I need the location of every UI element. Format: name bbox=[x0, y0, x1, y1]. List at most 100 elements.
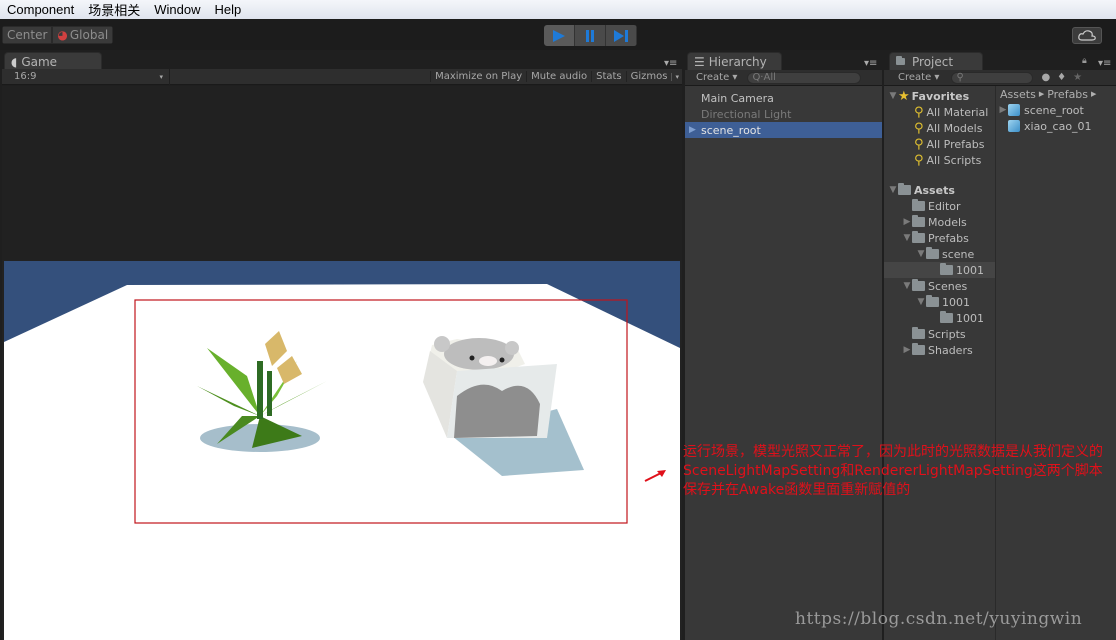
asset-tree-item[interactable]: ▶ Shaders bbox=[884, 342, 995, 358]
asset-tree-item[interactable]: ▼ 1001 bbox=[884, 294, 995, 310]
stats-button[interactable]: Stats bbox=[591, 71, 626, 82]
collapse-arrow-icon[interactable]: ▼ bbox=[916, 249, 926, 259]
hierarchy-item-main-camera[interactable]: Main Camera bbox=[685, 90, 882, 106]
filter-by-label-icon[interactable]: ♦ bbox=[1057, 72, 1066, 83]
game-panel-menu-icon[interactable]: ▾≡ bbox=[664, 58, 677, 69]
menu-window[interactable]: Window bbox=[147, 2, 207, 17]
pause-icon bbox=[586, 29, 594, 42]
file-xiao-cao-01[interactable]: xiao_cao_01 bbox=[996, 118, 1116, 134]
play-button[interactable] bbox=[544, 25, 575, 46]
expand-arrow-icon[interactable]: ▶ bbox=[902, 345, 912, 355]
cloud-icon bbox=[1078, 30, 1096, 41]
asset-tree-item[interactable]: 1001 bbox=[884, 310, 995, 326]
folder-icon bbox=[912, 279, 925, 291]
search-filter-icon: ⚲ bbox=[914, 136, 924, 152]
hierarchy-create-button[interactable]: Create ▾ bbox=[696, 72, 737, 83]
play-controls bbox=[544, 25, 637, 46]
filter-by-type-icon[interactable]: ● bbox=[1041, 72, 1050, 83]
aspect-dropdown[interactable]: 16:9 ▾ bbox=[2, 68, 170, 85]
star-icon: ★ bbox=[898, 88, 910, 104]
annotation-text: 运行场景，模型光照又正常了，因为此时的光照数据是从我们定义的SceneLight… bbox=[683, 444, 1103, 498]
tab-game[interactable]: ◖ Game bbox=[4, 52, 102, 70]
collapse-arrow-icon[interactable]: ▼ bbox=[902, 233, 912, 243]
game-render bbox=[2, 86, 682, 640]
cloud-button[interactable] bbox=[1072, 27, 1102, 44]
favorite-all-prefabs[interactable]: ⚲ All Prefabs bbox=[884, 136, 995, 152]
folder-icon bbox=[896, 56, 905, 65]
file-scene-root[interactable]: ▶ scene_root bbox=[996, 102, 1116, 118]
favorite-star-icon[interactable]: ★ bbox=[1073, 72, 1082, 83]
collapse-arrow-icon[interactable]: ▼ bbox=[902, 281, 912, 291]
gizmos-button[interactable]: Gizmos bbox=[625, 71, 672, 82]
folder-icon bbox=[912, 231, 925, 243]
asset-tree-item[interactable]: ▶ Models bbox=[884, 214, 995, 230]
expand-arrow-icon[interactable]: ▶ bbox=[902, 217, 912, 227]
pivot-toggle-group: Center ◕ Global bbox=[2, 26, 114, 44]
hierarchy-search-placeholder: Q·All bbox=[752, 72, 776, 83]
asset-tree-label: scene bbox=[942, 247, 975, 261]
asset-tree-label: 1001 bbox=[942, 295, 970, 309]
letterbox-top bbox=[2, 86, 682, 260]
expand-arrow-icon[interactable]: ▶ bbox=[998, 105, 1008, 115]
project-create-button[interactable]: Create ▾ bbox=[898, 72, 939, 83]
favorite-all-material[interactable]: ⚲ All Material bbox=[884, 104, 995, 120]
asset-tree: Editor ▶ Models ▼ Prefabs ▼ scene 1001 ▼ Scenes ▼ 1… bbox=[884, 198, 995, 358]
hierarchy-panel: Create ▾ Q·All Main Camera Directional L… bbox=[685, 70, 882, 640]
hierarchy-panel-menu-icon[interactable]: ▾≡ bbox=[864, 58, 877, 69]
pause-button[interactable] bbox=[575, 25, 606, 46]
collapse-arrow-icon[interactable]: ▼ bbox=[888, 185, 898, 195]
asset-tree-item[interactable]: ▼ Scenes bbox=[884, 278, 995, 294]
project-toolbar: Create ▾ ⚲ ● ♦ ★ bbox=[884, 70, 1116, 86]
asset-tree-label: 1001 bbox=[956, 311, 984, 325]
asset-tree-item[interactable]: Editor bbox=[884, 198, 995, 214]
mute-audio-button[interactable]: Mute audio bbox=[526, 71, 591, 82]
play-icon bbox=[553, 29, 565, 42]
maximize-on-play-button[interactable]: Maximize on Play bbox=[430, 71, 526, 82]
prefab-cube-icon bbox=[1008, 104, 1020, 116]
folder-icon bbox=[926, 295, 939, 307]
pivot-global-button[interactable]: ◕ Global bbox=[52, 26, 114, 44]
asset-tree-label: Models bbox=[928, 215, 967, 229]
game-tab-label: Game bbox=[21, 54, 58, 69]
game-view[interactable] bbox=[2, 86, 682, 640]
project-panel-menu-icon[interactable]: ▾≡ bbox=[1098, 58, 1111, 69]
breadcrumb-separator-icon: ▶ bbox=[1091, 90, 1097, 98]
hierarchy-item-scene-root[interactable]: ▶ scene_root bbox=[685, 122, 882, 138]
tab-hierarchy[interactable]: ☰ Hierarchy bbox=[687, 52, 782, 70]
hierarchy-toolbar: Create ▾ Q·All bbox=[685, 70, 882, 86]
project-search-input[interactable]: ⚲ bbox=[951, 71, 1034, 84]
step-icon bbox=[614, 29, 628, 42]
favorite-all-scripts[interactable]: ⚲ All Scripts bbox=[884, 152, 995, 168]
asset-tree-item[interactable]: ▼ scene bbox=[884, 246, 995, 262]
menu-scene[interactable]: 场景相关 bbox=[81, 0, 147, 19]
folder-icon bbox=[940, 311, 953, 323]
breadcrumb-prefabs[interactable]: Prefabs bbox=[1047, 88, 1088, 101]
step-button[interactable] bbox=[606, 25, 637, 46]
search-icon: ⚲ bbox=[956, 72, 964, 83]
global-icon: ◕ bbox=[57, 28, 68, 42]
hierarchy-item-directional-light[interactable]: Directional Light bbox=[685, 106, 882, 122]
search-filter-icon: ⚲ bbox=[914, 120, 924, 136]
prefab-cube-icon bbox=[1008, 120, 1020, 132]
tab-project[interactable]: Project bbox=[889, 52, 983, 70]
expand-arrow-icon[interactable]: ▶ bbox=[689, 125, 701, 135]
hierarchy-search-input[interactable]: Q·All bbox=[747, 71, 862, 84]
asset-tree-label: Scripts bbox=[928, 327, 966, 341]
collapse-arrow-icon[interactable]: ▼ bbox=[888, 91, 898, 101]
breadcrumb-assets[interactable]: Assets bbox=[1000, 88, 1036, 101]
pivot-label: Center bbox=[7, 28, 48, 42]
gizmos-dropdown-icon[interactable]: ▾ bbox=[671, 72, 682, 81]
hierarchy-list-icon: ☰ bbox=[694, 54, 705, 69]
collapse-arrow-icon[interactable]: ▼ bbox=[916, 297, 926, 307]
menu-help[interactable]: Help bbox=[207, 2, 248, 17]
assets-header[interactable]: ▼ Assets bbox=[884, 182, 995, 198]
asset-tree-item[interactable]: 1001 bbox=[884, 262, 995, 278]
menu-component[interactable]: Component bbox=[0, 2, 81, 17]
lock-icon[interactable]: 🔒︎ bbox=[1082, 56, 1087, 66]
pivot-center-button[interactable]: Center bbox=[2, 26, 53, 44]
favorites-header[interactable]: ▼ ★ Favorites bbox=[884, 88, 995, 104]
project-content: Assets ▶ Prefabs ▶ ▶ scene_root xiao_cao… bbox=[996, 86, 1116, 640]
favorite-all-models[interactable]: ⚲ All Models bbox=[884, 120, 995, 136]
asset-tree-item[interactable]: ▼ Prefabs bbox=[884, 230, 995, 246]
asset-tree-item[interactable]: Scripts bbox=[884, 326, 995, 342]
